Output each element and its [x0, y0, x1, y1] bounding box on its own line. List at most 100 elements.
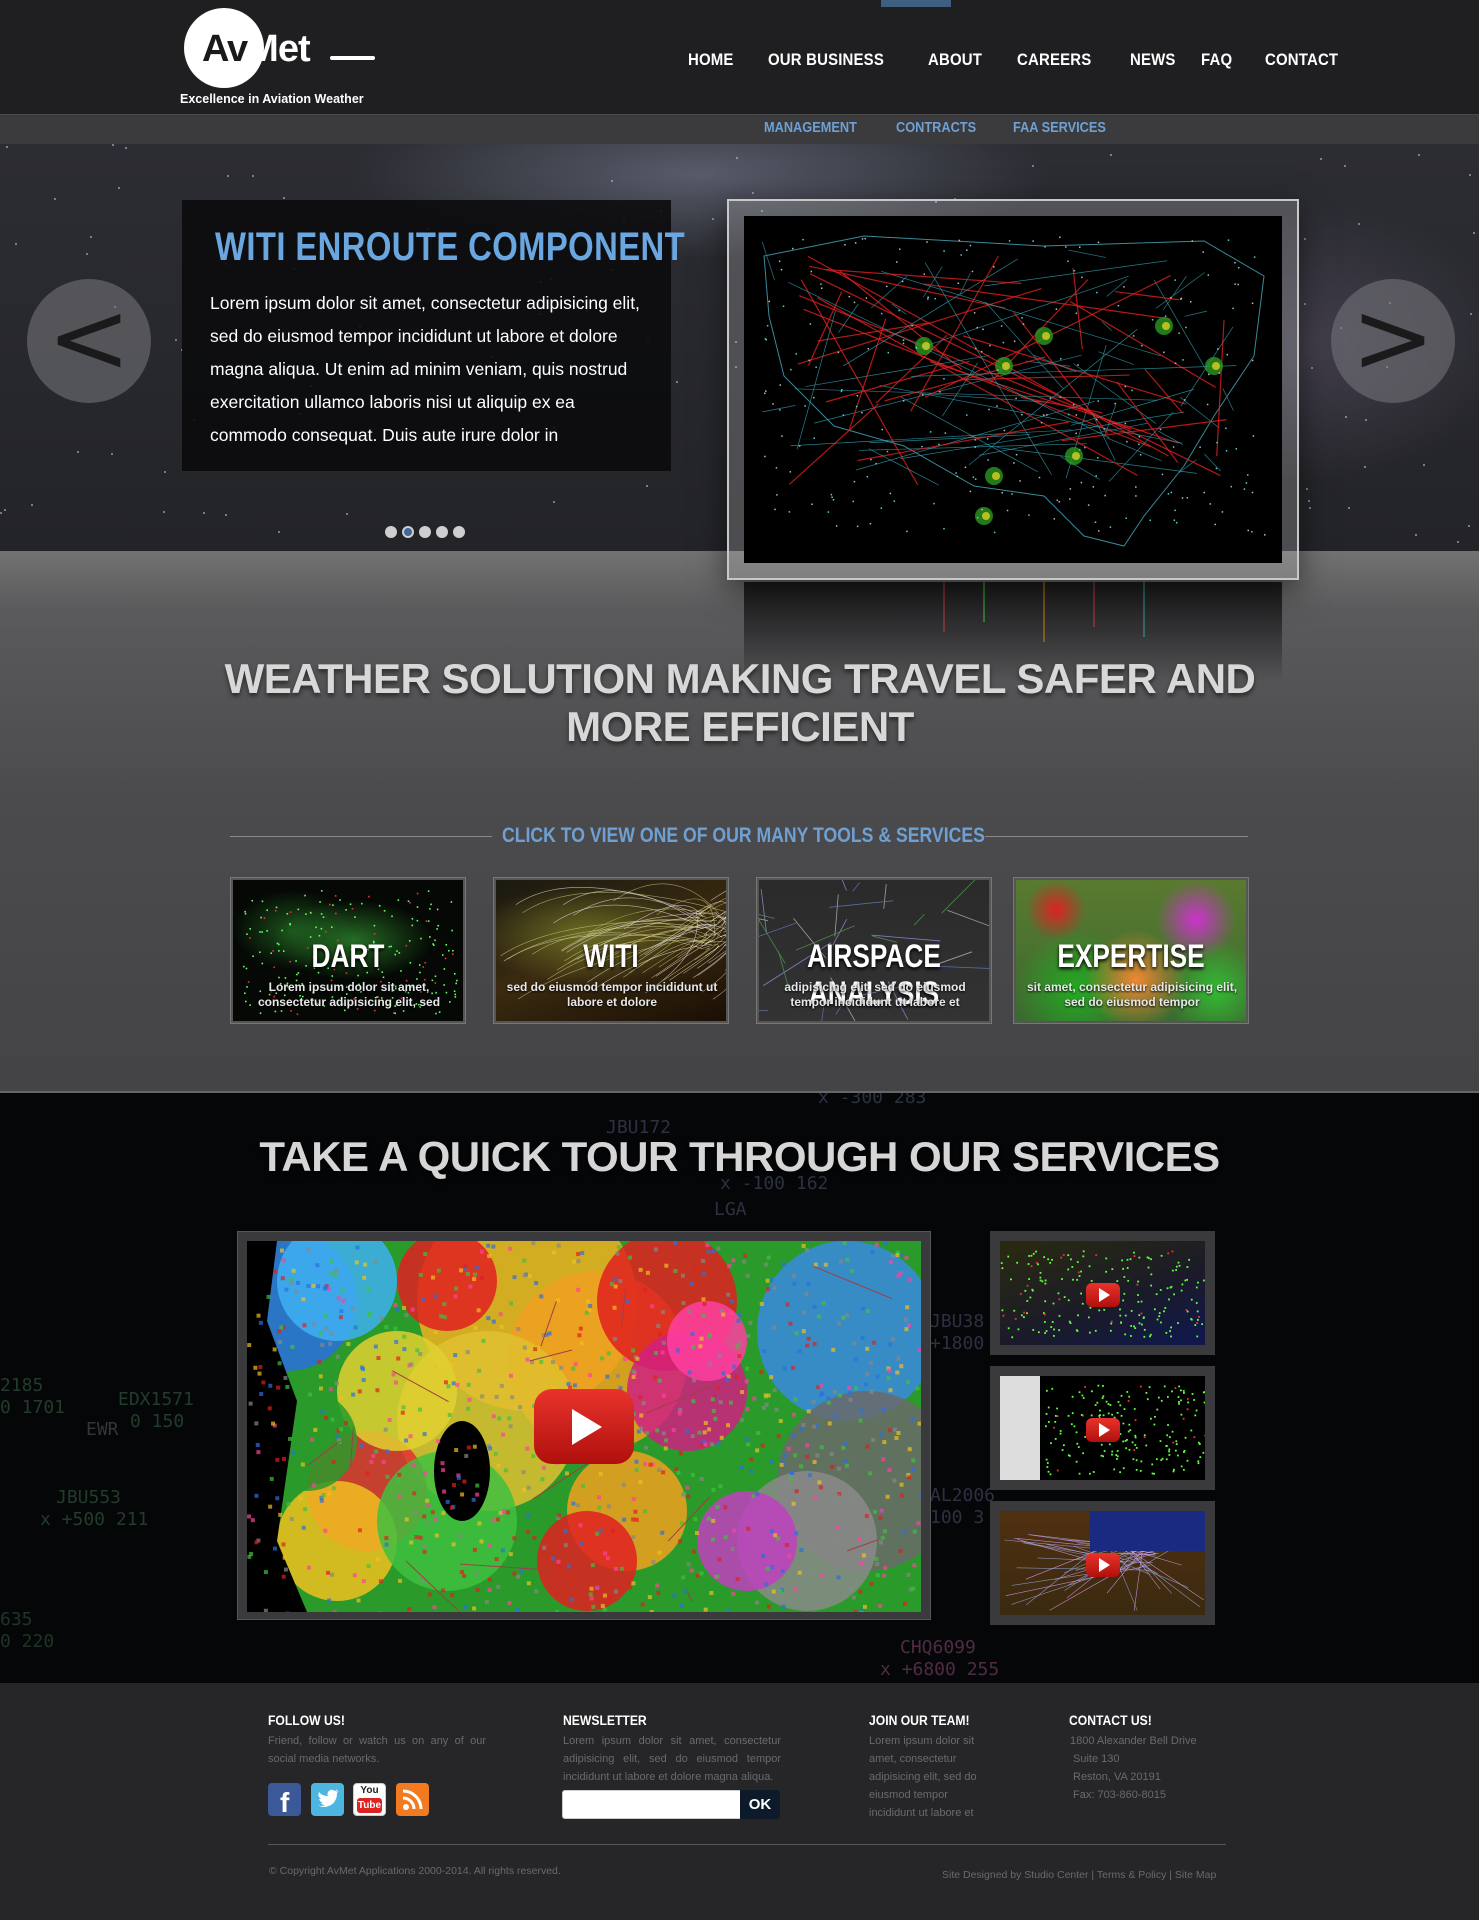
nav-home[interactable]: HOME — [688, 50, 734, 70]
map-dot — [1058, 1298, 1061, 1301]
tool-card-witi[interactable]: WITI sed do eiusmod tempor incididunt ut… — [494, 878, 728, 1023]
slider-dot[interactable] — [436, 526, 448, 538]
site-header: AvMet Excellence in Aviation Weather HOM… — [0, 0, 1479, 114]
radar-pixel — [660, 1310, 665, 1315]
aircraft-dot — [1011, 493, 1013, 495]
aircraft-dot — [831, 496, 833, 499]
radar-pixel — [821, 1300, 826, 1305]
radar-pixel — [580, 1251, 585, 1256]
nav-our-business[interactable]: OUR BUSINESS — [768, 50, 884, 70]
map-dot — [1185, 1309, 1188, 1311]
slider-dot[interactable] — [453, 526, 465, 538]
radar-pixel — [575, 1503, 580, 1508]
radar-pixel — [899, 1493, 904, 1498]
nav-contact[interactable]: CONTACT — [1265, 50, 1338, 70]
facebook-icon[interactable]: f — [268, 1783, 301, 1816]
radar-pixel — [465, 1272, 470, 1277]
footer-link-terms[interactable]: Terms & Policy — [1097, 1869, 1166, 1881]
map-dot — [1150, 1258, 1152, 1261]
radar-pixel — [576, 1287, 581, 1292]
map-dot — [1127, 1430, 1130, 1433]
nav-news[interactable]: NEWS — [1130, 50, 1176, 70]
rss-icon[interactable] — [396, 1783, 429, 1816]
radar-pixel — [774, 1407, 779, 1412]
map-dot — [1070, 1258, 1072, 1261]
youtube-play-icon[interactable] — [534, 1389, 634, 1464]
aircraft-dot — [921, 394, 924, 396]
subnav-faa-services[interactable]: FAA SERVICES — [1013, 120, 1106, 136]
aircraft-dot — [1251, 530, 1253, 533]
star-dot — [227, 175, 229, 177]
radar-pixel — [871, 1437, 876, 1442]
aircraft-dot — [1075, 312, 1078, 315]
map-dot — [249, 928, 252, 930]
radar-pixel — [651, 1559, 656, 1564]
nav-about[interactable]: ABOUT — [928, 50, 982, 70]
slider-next-button[interactable]: > — [1331, 279, 1455, 403]
video-thumbnail-1[interactable] — [990, 1231, 1215, 1355]
radar-pixel — [526, 1485, 531, 1490]
tool-card-title: WITI — [583, 938, 639, 974]
radar-pixel — [493, 1451, 498, 1456]
map-dot — [1039, 1271, 1042, 1274]
nav-careers[interactable]: CAREERS — [1017, 50, 1091, 70]
map-dot — [1140, 1460, 1143, 1463]
video-thumbnail-3[interactable] — [990, 1501, 1215, 1625]
slider-dot[interactable] — [385, 526, 397, 538]
subnav-management[interactable]: MANAGEMENT — [764, 120, 857, 136]
video-thumbnail-2[interactable] — [990, 1366, 1215, 1490]
slider-prev-button[interactable]: < — [27, 279, 151, 403]
tool-card-dart[interactable]: DART Lorem ipsum dolor sit amet, consect… — [231, 878, 465, 1023]
radar-pixel — [579, 1541, 584, 1546]
slider-dot[interactable] — [419, 526, 431, 538]
nav-faq[interactable]: FAQ — [1201, 50, 1232, 70]
radar-pixel — [346, 1342, 351, 1347]
map-dot — [1167, 1424, 1169, 1426]
slider-dot[interactable] — [402, 526, 414, 538]
radar-pixel — [888, 1342, 893, 1347]
radar-pixel — [526, 1514, 531, 1519]
map-dot — [290, 1009, 292, 1012]
star-dot — [175, 339, 177, 341]
radar-pixel — [711, 1249, 716, 1254]
tool-card-expertise[interactable]: EXPERTISE sit amet, consectetur adipisic… — [1014, 878, 1248, 1023]
twitter-icon[interactable] — [311, 1783, 344, 1816]
tour-heading: TAKE A QUICK TOUR THROUGH OUR SERVICES — [259, 1133, 1220, 1180]
radar-pixel — [631, 1375, 636, 1380]
subnav-contracts[interactable]: CONTRACTS — [896, 120, 976, 136]
newsletter-submit-button[interactable]: OK — [740, 1790, 780, 1819]
footer-link-studio-center[interactable]: Site Designed by Studio Center — [942, 1869, 1089, 1881]
radar-pixel — [318, 1331, 323, 1336]
radar-pixel — [459, 1570, 464, 1575]
footer-link-sitemap[interactable]: Site Map — [1175, 1869, 1216, 1881]
radar-overlay-text: 0 150 — [130, 1411, 185, 1432]
radar-pixel — [391, 1372, 396, 1377]
map-dot — [1182, 1468, 1185, 1471]
radar-pixel — [422, 1514, 427, 1519]
aircraft-dot — [901, 280, 904, 283]
radar-pixel — [687, 1309, 692, 1314]
map-dot — [1016, 1261, 1019, 1264]
radar-pixel — [882, 1573, 887, 1578]
radar-pixel — [905, 1305, 910, 1310]
radar-pixel — [776, 1434, 781, 1439]
aircraft-dot — [1170, 296, 1172, 299]
radar-pixel — [534, 1589, 539, 1594]
aircraft-dot — [1151, 319, 1154, 321]
radar-pixel — [744, 1379, 749, 1384]
map-dot — [320, 890, 323, 892]
youtube-icon[interactable]: You Tube — [353, 1783, 386, 1816]
tool-card-airspace-analysis[interactable]: AIRSPACE ANALYSIS adipisicing elit, sed … — [757, 878, 991, 1023]
aircraft-dot — [1109, 526, 1112, 528]
avmet-logo[interactable]: AvMet Excellence in Aviation Weather — [180, 6, 380, 110]
aircraft-dot — [1215, 467, 1218, 470]
star-dot — [611, 180, 613, 182]
map-dot — [1017, 1328, 1020, 1331]
newsletter-email-input[interactable] — [562, 1790, 742, 1819]
map-dot — [1203, 1401, 1205, 1404]
aircraft-dot — [1208, 373, 1210, 376]
main-video-player[interactable] — [237, 1231, 931, 1620]
radar-pixel — [906, 1323, 911, 1328]
aircraft-dot — [764, 455, 766, 458]
radar-pixel — [253, 1365, 258, 1370]
